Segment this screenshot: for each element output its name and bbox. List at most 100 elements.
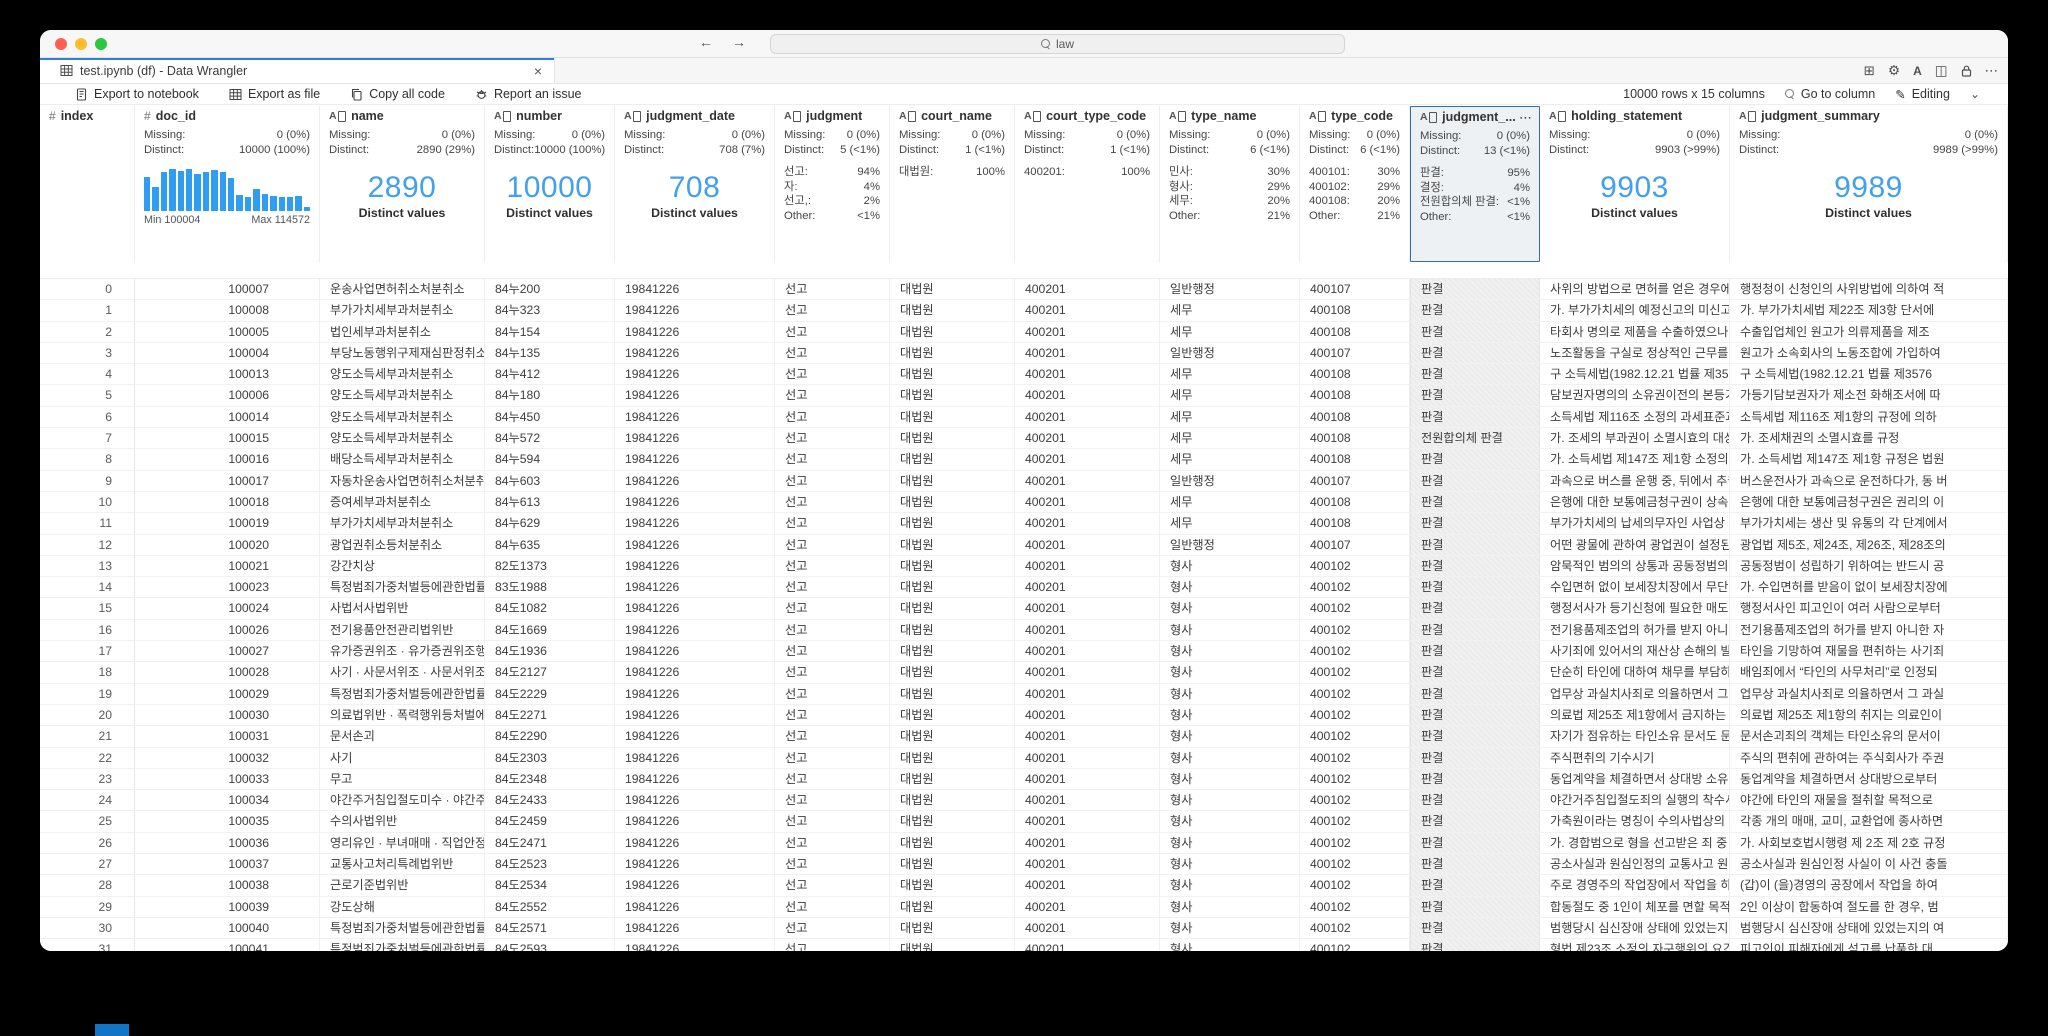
cell-type_name[interactable]: 일반행정 xyxy=(1160,343,1300,363)
cell-index[interactable]: 0 xyxy=(40,279,135,299)
cell-name[interactable]: 유가증권위조 · 유가증권위조행사 · 사기 xyxy=(320,641,485,661)
cell-index[interactable]: 28 xyxy=(40,875,135,895)
cell-type_code[interactable]: 400102 xyxy=(1300,684,1410,704)
cell-judgment_date[interactable]: 19841226 xyxy=(615,854,775,874)
cell-type_name[interactable]: 형사 xyxy=(1160,620,1300,640)
cell-doc_id[interactable]: 100019 xyxy=(135,513,320,533)
cell-number[interactable]: 84도2593 xyxy=(485,939,615,951)
cell-judgment_type[interactable]: 판결 xyxy=(1410,939,1540,951)
cell-type_code[interactable]: 400102 xyxy=(1300,854,1410,874)
cell-court_type_code[interactable]: 400201 xyxy=(1015,577,1160,597)
cell-judgment[interactable]: 선고 xyxy=(775,343,890,363)
cell-court_type_code[interactable]: 400201 xyxy=(1015,513,1160,533)
cell-number[interactable]: 84도2303 xyxy=(485,748,615,768)
cell-doc_id[interactable]: 100005 xyxy=(135,322,320,342)
cell-doc_id[interactable]: 100018 xyxy=(135,492,320,512)
cell-judgment[interactable]: 선고 xyxy=(775,428,890,448)
cell-type_code[interactable]: 400107 xyxy=(1300,471,1410,491)
cell-index[interactable]: 29 xyxy=(40,897,135,917)
cell-doc_id[interactable]: 100008 xyxy=(135,300,320,320)
cell-number[interactable]: 84도2229 xyxy=(485,684,615,704)
cell-doc_id[interactable]: 100021 xyxy=(135,556,320,576)
cell-judgment[interactable]: 선고 xyxy=(775,471,890,491)
cell-court_type_code[interactable]: 400201 xyxy=(1015,811,1160,831)
cell-holding_statement[interactable]: 야간거주침입절도죄의 실행의 착수시기 xyxy=(1540,790,1730,810)
cell-number[interactable]: 84누635 xyxy=(485,535,615,555)
cell-judgment[interactable]: 선고 xyxy=(775,662,890,682)
cell-type_name[interactable]: 형사 xyxy=(1160,598,1300,618)
cell-judgment_summary[interactable]: 가. 부가가치세법 제22조 제3항 단서에 xyxy=(1730,300,2008,320)
cell-number[interactable]: 84누323 xyxy=(485,300,615,320)
cell-doc_id[interactable]: 100027 xyxy=(135,641,320,661)
cell-name[interactable]: 근로기준법위반 xyxy=(320,875,485,895)
cell-number[interactable]: 84도1669 xyxy=(485,620,615,640)
cell-court_name[interactable]: 대법원 xyxy=(890,279,1015,299)
cell-doc_id[interactable]: 100040 xyxy=(135,918,320,938)
cell-judgment_summary[interactable]: 공동정범이 성립하기 위하여는 반드시 공 xyxy=(1730,556,2008,576)
cell-judgment_summary[interactable]: 타인을 기망하여 재물을 편취하는 사기죄 xyxy=(1730,641,2008,661)
cell-type_code[interactable]: 400108 xyxy=(1300,449,1410,469)
cell-type_name[interactable]: 형사 xyxy=(1160,875,1300,895)
cell-holding_statement[interactable]: 공소사실과 원심인정의 교통사고 원인의 xyxy=(1540,854,1730,874)
cell-court_name[interactable]: 대법원 xyxy=(890,833,1015,853)
cell-judgment_date[interactable]: 19841226 xyxy=(615,662,775,682)
cell-type_name[interactable]: 형사 xyxy=(1160,939,1300,951)
cell-judgment[interactable]: 선고 xyxy=(775,385,890,405)
cell-type_code[interactable]: 400107 xyxy=(1300,279,1410,299)
cell-court_name[interactable]: 대법원 xyxy=(890,705,1015,725)
cell-holding_statement[interactable]: 가. 소득세법 제147조 제1항 소정의 3월이 xyxy=(1540,449,1730,469)
cell-judgment[interactable]: 선고 xyxy=(775,897,890,917)
cell-judgment[interactable]: 선고 xyxy=(775,790,890,810)
cell-index[interactable]: 5 xyxy=(40,385,135,405)
cell-judgment_summary[interactable]: 구 소득세법(1982.12.21 법률 제3576 xyxy=(1730,364,2008,384)
cell-type_code[interactable]: 400102 xyxy=(1300,556,1410,576)
cell-holding_statement[interactable]: 가. 부가가치세의 예정신고의 미신고, 미납 xyxy=(1540,300,1730,320)
cell-judgment_type[interactable]: 판결 xyxy=(1410,875,1540,895)
cell-judgment[interactable]: 선고 xyxy=(775,407,890,427)
cell-court_type_code[interactable]: 400201 xyxy=(1015,492,1160,512)
cell-judgment[interactable]: 선고 xyxy=(775,854,890,874)
cell-court_type_code[interactable]: 400201 xyxy=(1015,918,1160,938)
column-header-name[interactable]: AnameMissing:0 (0%)Distinct:2890 (29%)28… xyxy=(320,106,485,262)
cell-index[interactable]: 9 xyxy=(40,471,135,491)
cell-type_code[interactable]: 400102 xyxy=(1300,620,1410,640)
cell-judgment_summary[interactable]: 버스운전사가 과속으로 운전하다가, 동 버 xyxy=(1730,471,2008,491)
cell-index[interactable]: 1 xyxy=(40,300,135,320)
cell-holding_statement[interactable]: 범행당시 심신장애 상태에 있었는지 여부 xyxy=(1540,918,1730,938)
cell-judgment_type[interactable]: 판결 xyxy=(1410,726,1540,746)
cell-number[interactable]: 84누154 xyxy=(485,322,615,342)
cell-type_code[interactable]: 400108 xyxy=(1300,300,1410,320)
cell-judgment_summary[interactable]: 은행에 대한 보통예금청구권은 권리의 이 xyxy=(1730,492,2008,512)
font-settings-icon[interactable]: A xyxy=(1913,65,1922,77)
column-header-holding_statement[interactable]: Aholding_statementMissing:0 (0%)Distinct… xyxy=(1540,106,1730,262)
cell-judgment_type[interactable]: 판결 xyxy=(1410,833,1540,853)
cell-type_name[interactable]: 세무 xyxy=(1160,407,1300,427)
cell-index[interactable]: 22 xyxy=(40,748,135,768)
cell-court_name[interactable]: 대법원 xyxy=(890,471,1015,491)
cell-holding_statement[interactable]: 노조활동을 구실로 정상적인 근무를 해태 xyxy=(1540,343,1730,363)
cell-type_name[interactable]: 형사 xyxy=(1160,577,1300,597)
cell-type_name[interactable]: 세무 xyxy=(1160,322,1300,342)
cell-judgment_type[interactable]: 판결 xyxy=(1410,790,1540,810)
cell-judgment[interactable]: 선고 xyxy=(775,620,890,640)
cell-number[interactable]: 84도2433 xyxy=(485,790,615,810)
cell-judgment_summary[interactable]: 동업계약을 체결하면서 상대방으로부터 xyxy=(1730,769,2008,789)
cell-judgment[interactable]: 선고 xyxy=(775,598,890,618)
cell-judgment_date[interactable]: 19841226 xyxy=(615,705,775,725)
gear-icon[interactable]: ⚙ xyxy=(1888,64,1900,78)
cell-court_type_code[interactable]: 400201 xyxy=(1015,449,1160,469)
cell-index[interactable]: 21 xyxy=(40,726,135,746)
cell-holding_statement[interactable]: 타회사 명의로 제품을 수출하였으나, 구 법 xyxy=(1540,322,1730,342)
cell-doc_id[interactable]: 100017 xyxy=(135,471,320,491)
editing-toggle[interactable]: ✎ Editing xyxy=(1895,87,1950,102)
cell-judgment_type[interactable]: 판결 xyxy=(1410,300,1540,320)
cell-judgment_summary[interactable]: 범행당시 심신장애 상태에 있었는지의 여 xyxy=(1730,918,2008,938)
cell-doc_id[interactable]: 100041 xyxy=(135,939,320,951)
cell-judgment_date[interactable]: 19841226 xyxy=(615,684,775,704)
cell-type_code[interactable]: 400108 xyxy=(1300,322,1410,342)
cell-court_type_code[interactable]: 400201 xyxy=(1015,471,1160,491)
cell-holding_statement[interactable]: 구 소득세법(1982.12.21 법률 제3576호 xyxy=(1540,364,1730,384)
cell-court_name[interactable]: 대법원 xyxy=(890,748,1015,768)
cell-court_type_code[interactable]: 400201 xyxy=(1015,343,1160,363)
cell-court_type_code[interactable]: 400201 xyxy=(1015,662,1160,682)
